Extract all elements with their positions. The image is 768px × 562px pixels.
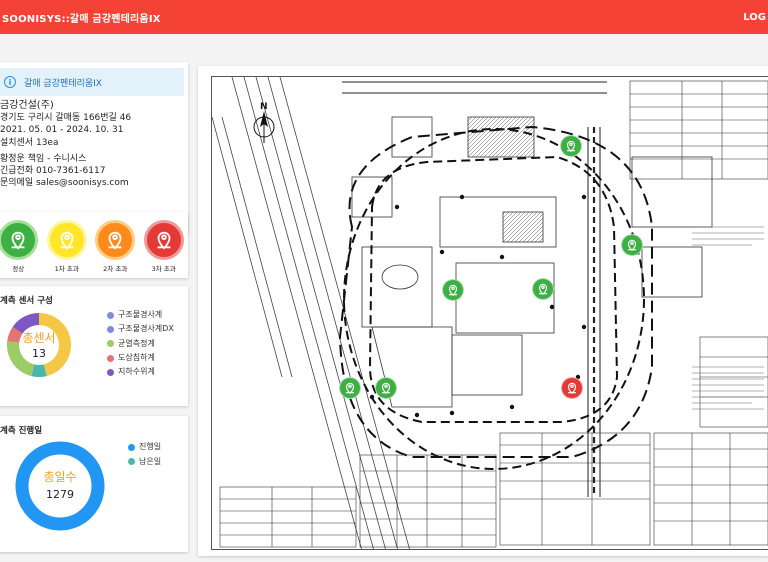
status-legend-item: 3차 초과: [142, 220, 186, 273]
map-pin-user-icon: [143, 220, 184, 260]
progress-title: 계측 진행일: [0, 426, 43, 436]
sensor-legend-item[interactable]: 지하수위계: [107, 365, 174, 379]
sensor-marker[interactable]: [532, 278, 554, 300]
sensor-legend: 구조물경사계구조물경사계DX 균열측정계도상침하계지하수위계: [107, 308, 174, 379]
progress-legend: 진행일남은일: [128, 440, 161, 469]
sensor-donut-label: 총센서: [22, 331, 56, 345]
sensor-marker[interactable]: [442, 279, 464, 301]
progress-legend-item[interactable]: 진행일: [128, 440, 161, 455]
site-name: 갈매 금강펜테리움IX: [24, 78, 102, 89]
dashboard: i 갈매 금강펜테리움IX 금강건설(주) 경기도 구리시 갈매동 166번길 …: [0, 34, 768, 562]
progress-legend-label: 남은일: [139, 456, 162, 466]
railway-lines: [212, 77, 410, 549]
progress-donut-chart: 총일수 1279: [14, 440, 106, 532]
status-legend-label: 1차 초과: [54, 265, 79, 273]
map-pin-user-icon: [95, 220, 136, 260]
site-plan-card: N: [198, 66, 768, 556]
status-legend-label: 정상: [12, 265, 25, 273]
sensor-legend-item[interactable]: 도상침하계: [107, 351, 174, 365]
sensor-legend-label: 구조물경사계: [118, 310, 163, 319]
legend-dot-icon: [107, 340, 114, 348]
sensor-donut-slice[interactable]: [31, 364, 47, 377]
drawing-bottom-tables: [219, 432, 768, 548]
sensor-legend-item[interactable]: 구조물경사계: [107, 308, 174, 322]
north-label: N: [260, 102, 268, 112]
sensor-legend-item[interactable]: 균열측정계: [107, 337, 174, 351]
status-legend-item: 1차 초과: [45, 220, 89, 273]
site-plan-svg: N: [212, 77, 768, 549]
contact-email: 문의메일 sales@soonisys.com: [0, 178, 129, 189]
site-address: 경기도 구리시 갈매동 166번길 46: [0, 113, 132, 124]
legend-dot-icon: [107, 311, 114, 319]
site-name-banner: i 갈매 금강펜테리움IX: [0, 68, 184, 96]
site-manager: 황정운 책임 - 수니시스: [0, 153, 87, 164]
legend-dot-icon: [128, 443, 135, 451]
status-legend-label: 2차 초과: [103, 265, 128, 273]
site-details: 금강건설(주) 경기도 구리시 갈매동 166번길 46 2021. 05. 0…: [0, 100, 188, 189]
sensor-donut-value: 13: [32, 347, 46, 360]
progress-donut-svg: [15, 441, 105, 531]
sensor-composition-card: 계측 센서 구성 총센서 13 구조물경사계구조물경사계DX 균열측정계도상침하계…: [0, 286, 188, 406]
sensor-dots: [369, 194, 587, 418]
drawing-notes: [692, 226, 764, 410]
north-arrow: [253, 111, 275, 143]
emergency-phone: 긴급전화 010-7361-6117: [0, 166, 106, 177]
info-icon: i: [4, 76, 16, 88]
site-plan-drawing[interactable]: N: [211, 76, 768, 550]
sensor-legend-label: 구조물경사계DX: [118, 324, 174, 334]
status-legend: 정상 1차 초과 2차 초과 3차 초과: [0, 212, 188, 278]
legend-dot-icon: [128, 458, 135, 466]
progress-legend-label: 진행일: [139, 442, 162, 451]
influence-boundaries: [338, 125, 653, 470]
sensor-donut-chart: 총센서 13: [6, 312, 72, 378]
sensor-marker-alert[interactable]: [561, 377, 583, 399]
status-legend-label: 3차 초과: [151, 265, 176, 273]
status-legend-item: 정상: [0, 220, 40, 273]
sensor-marker[interactable]: [621, 234, 643, 256]
sensor-legend-item[interactable]: 구조물경사계DX: [107, 322, 174, 336]
status-legend-item: 2차 초과: [93, 220, 137, 273]
sensor-marker[interactable]: [560, 135, 582, 157]
progress-donut-slice[interactable]: [15, 441, 105, 531]
sensor-marker[interactable]: [375, 377, 397, 399]
legend-dot-icon: [107, 368, 114, 376]
company-name: 금강건설(주): [0, 100, 54, 111]
sensor-count: 설치센서 13ea: [0, 137, 59, 148]
site-info-card: i 갈매 금강펜테리움IX 금강건설(주) 경기도 구리시 갈매동 166번길 …: [0, 62, 188, 234]
sensor-marker[interactable]: [339, 377, 361, 399]
legend-dot-icon: [107, 325, 114, 333]
top-bar: SOONISYS::갈매 금강펜테리움IX LOG: [0, 0, 768, 34]
app-title: SOONISYS::갈매 금강펜테리움IX: [2, 13, 161, 25]
progress-legend-item[interactable]: 남은일: [128, 455, 161, 470]
map-pin-user-icon: [0, 220, 39, 260]
progress-card: 계측 진행일 총일수 1279 진행일남은일: [0, 416, 188, 552]
logout-button[interactable]: LOG: [743, 12, 766, 23]
legend-dot-icon: [107, 354, 114, 362]
sensor-legend-label: 도상침하계: [118, 352, 155, 362]
sensor-legend-label: 균열측정계: [118, 338, 155, 348]
site-period: 2021. 05. 01 - 2024. 10. 31: [0, 125, 124, 136]
sensor-legend-label: 지하수위계: [118, 367, 155, 377]
progress-donut-value: 1279: [46, 488, 74, 501]
sensor-composition-title: 계측 센서 구성: [0, 296, 53, 306]
map-pin-user-icon: [46, 220, 87, 260]
progress-donut-label: 총일수: [43, 470, 77, 484]
